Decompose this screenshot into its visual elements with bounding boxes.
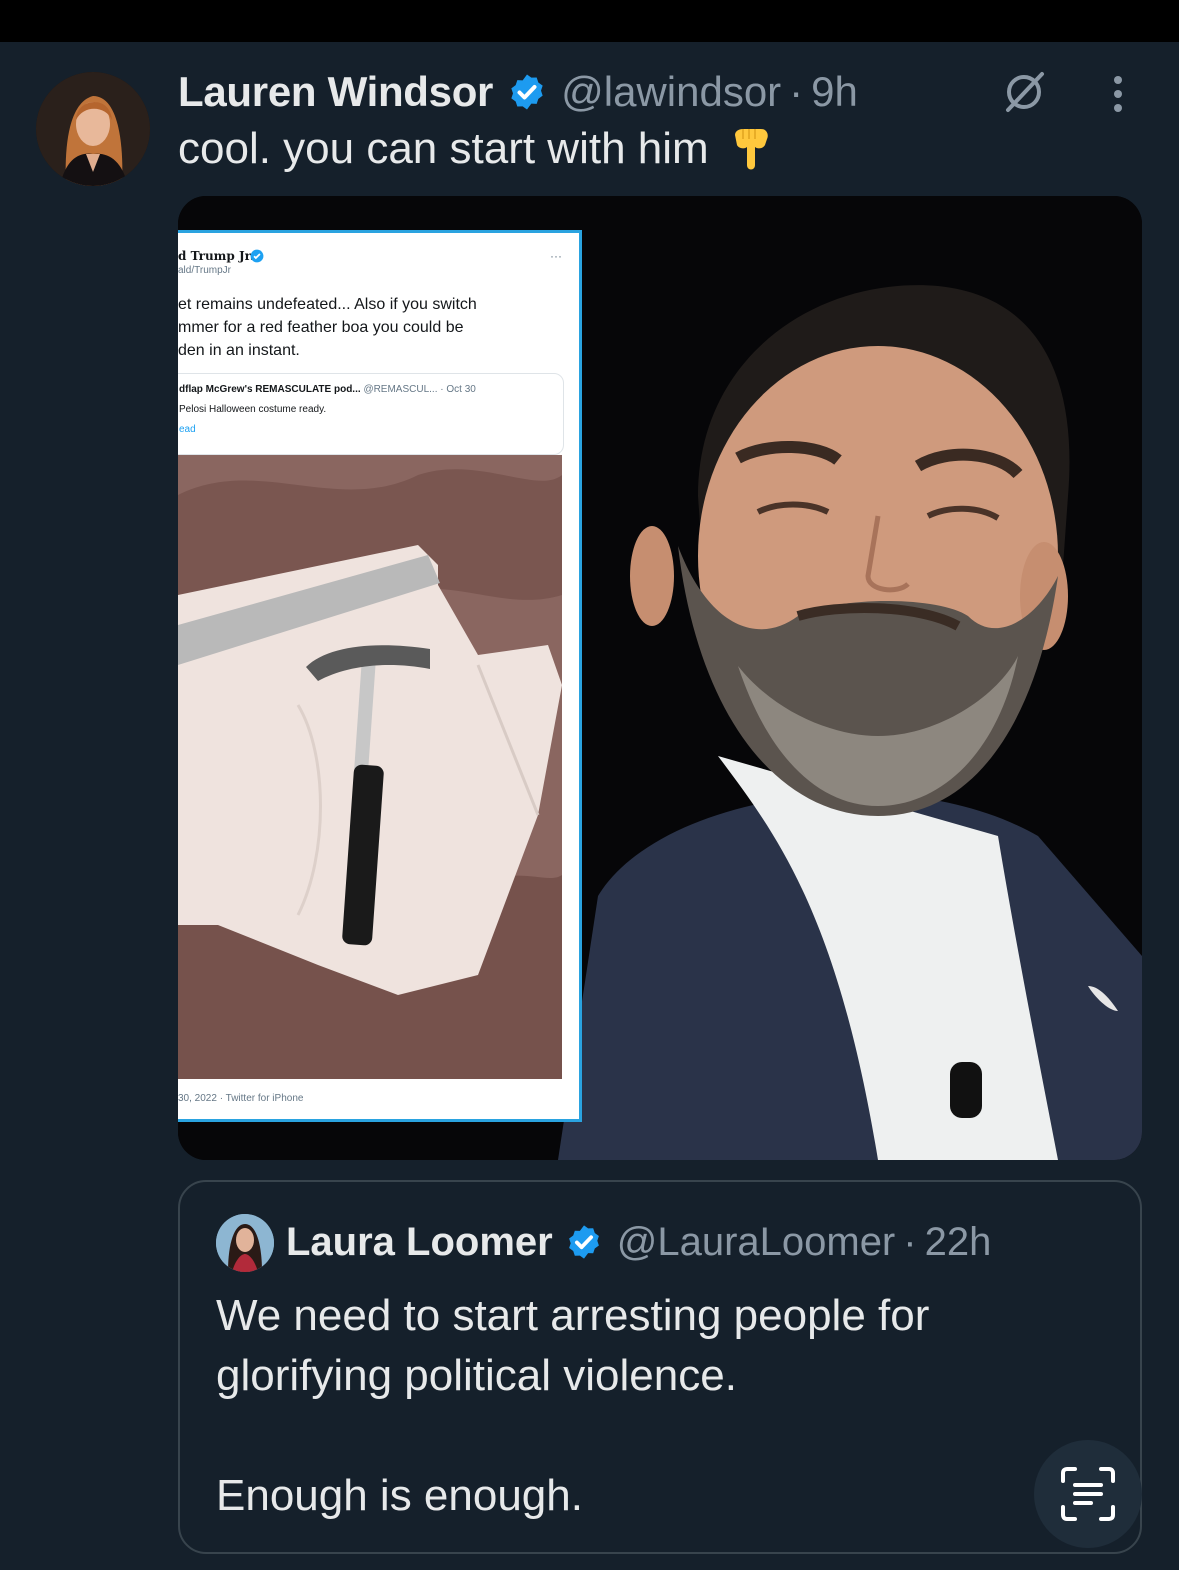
scan-text-icon [1061,1467,1115,1521]
tweet-text: cool. you can start with him [178,124,775,174]
inset-line: den in an instant. [178,342,300,359]
inset-footer: 30, 2022 · Twitter for iPhone [178,1093,304,1104]
quote-verified-badge-icon [565,1223,603,1261]
quote-line: glorifying political violence. [216,1351,737,1400]
inset-card-title: dflap McGrew's REMASCULATE pod... @REMAS… [179,384,476,395]
pointing-down-hand-icon [727,125,775,173]
tweet-timestamp[interactable]: 9h [811,68,858,116]
quote-line [216,1406,929,1466]
header-separator: · [789,68,804,115]
status-bar [0,0,1179,42]
inset-card-author: dflap McGrew's REMASCULATE pod... [179,384,361,395]
inset-verified-icon [250,249,264,263]
inset-line: mmer for a red feather boa you could be [178,319,464,336]
inset-card-link: ead [179,424,196,435]
grok-icon[interactable] [998,66,1050,118]
tweet-media[interactable]: d Trump Jr. ald/TrumpJr ··· et remains u… [178,196,1142,1160]
quote-line: Enough is enough. [216,1471,583,1520]
inset-author-name: d Trump Jr. [178,249,255,263]
quote-author-handle[interactable]: @LauraLoomer [617,1220,896,1265]
quoted-tweet-card[interactable]: Laura Loomer @LauraLoomer · 22h We need … [178,1180,1142,1554]
tweet-header: Lauren Windsor @lawindsor · 9h [178,66,858,118]
inset-card-text: Pelosi Halloween costume ready. [179,404,327,415]
inset-tweet-text: et remains undefeated... Also if you swi… [178,293,558,362]
inset-more-icon: ··· [550,249,562,263]
verified-badge-icon [507,72,547,112]
inset-card-date: · Oct 30 [440,384,476,395]
text-scan-button[interactable] [1034,1440,1142,1548]
quote-text: We need to start arresting people for gl… [216,1286,929,1526]
inset-line: et remains undefeated... Also if you swi… [178,296,477,313]
quote-line: We need to start arresting people for [216,1291,930,1340]
quote-author-avatar[interactable] [216,1214,274,1272]
quote-author-name[interactable]: Laura Loomer [286,1220,553,1265]
inset-card-handle: @REMASCUL... [363,384,438,395]
embedded-tweet-screenshot: d Trump Jr. ald/TrumpJr ··· et remains u… [178,230,582,1122]
author-avatar[interactable] [36,72,150,186]
quote-timestamp[interactable]: 22h [925,1220,992,1265]
inset-photo [178,455,562,1079]
quote-separator: · [903,1219,917,1264]
tweet-body: cool. you can start with him [178,124,709,173]
inset-handle: ald/TrumpJr [178,265,231,276]
more-options-icon[interactable] [1100,74,1136,114]
author-name[interactable]: Lauren Windsor [178,68,493,116]
author-handle[interactable]: @lawindsor [561,68,781,116]
inset-quoted-card: dflap McGrew's REMASCULATE pod... @REMAS… [178,373,564,455]
inset-header: d Trump Jr. ald/TrumpJr ··· [178,243,578,283]
quote-header: Laura Loomer @LauraLoomer · 22h [286,1218,991,1266]
